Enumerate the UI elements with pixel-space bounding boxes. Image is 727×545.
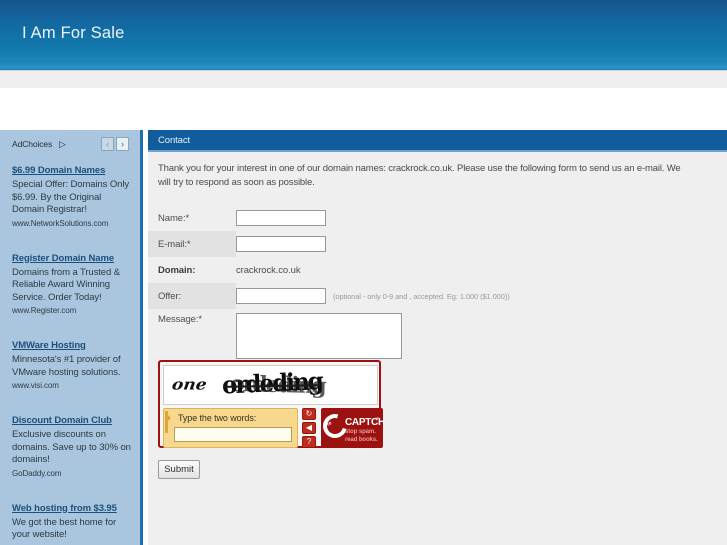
recaptcha-widget: one ordeding ordeding Type the two words…: [158, 360, 383, 450]
message-label: Message:*: [148, 309, 236, 364]
ad-description: We got the best home for your website!: [12, 516, 117, 541]
recaptcha-tagline-line1: stop spam.: [345, 429, 376, 435]
header-underline-band: [0, 70, 727, 88]
ad-nav-controls: ‹ ›: [101, 137, 129, 151]
page-title: I Am For Sale: [22, 24, 125, 42]
adchoices-triangle-icon[interactable]: ▷: [59, 140, 66, 149]
site-header: I Am For Sale: [0, 0, 727, 70]
message-textarea[interactable]: [236, 313, 402, 359]
form-row-offer: Offer: (optional - only 0-9 and , accept…: [148, 283, 727, 309]
domain-label: Domain:: [148, 257, 236, 283]
ad-title-link[interactable]: Discount Domain Club: [12, 414, 133, 427]
form-row-name: Name:*: [148, 205, 727, 231]
email-input[interactable]: [236, 236, 326, 252]
offer-field-cell: (optional - only 0-9 and , accepted. Eg:…: [236, 283, 727, 309]
adchoices-label[interactable]: AdChoices: [12, 139, 52, 149]
name-field-cell: [236, 205, 727, 231]
ad-url[interactable]: GoDaddy.com: [12, 468, 133, 480]
ad-url[interactable]: www.NetworkSolutions.com: [12, 218, 133, 230]
recaptcha-tagline-line2: read books.: [345, 436, 378, 443]
ad-description: Domains from a Trusted & Reliable Award …: [12, 266, 120, 303]
contact-form-table: Name:* E-mail:* Domain: crackrock.co.uk …: [148, 205, 727, 364]
ad-next-button[interactable]: ›: [116, 137, 129, 151]
name-input[interactable]: [236, 210, 326, 226]
ad-description: Minnesota's #1 provider of VMware hostin…: [12, 354, 121, 378]
captcha-button-stack: ↻ ◀ ?: [302, 408, 316, 450]
ad-url[interactable]: www.Register.com: [12, 305, 133, 317]
captcha-help-icon[interactable]: ?: [302, 436, 316, 448]
offer-label: Offer:: [148, 283, 236, 309]
ad-title-link[interactable]: Web hosting from $3.95: [12, 502, 133, 515]
ad-item: VMWare Hosting Minnesota's #1 provider o…: [12, 339, 133, 392]
ad-title-link[interactable]: $6.99 Domain Names: [12, 164, 133, 177]
message-field-cell: [236, 309, 727, 364]
captcha-word-one: one: [170, 376, 208, 394]
header-content-gap: [0, 88, 727, 130]
recaptcha-logo: re CAPTCHA ™ stop spam.read books.: [321, 408, 383, 448]
panel-header-title: Contact: [158, 135, 191, 146]
email-field-cell: [236, 231, 727, 257]
panel-header: Contact: [148, 130, 727, 152]
captcha-controls-row: Type the two words: ↻ ◀ ? re CAPTCHA ™ s…: [163, 408, 383, 450]
ad-item: Register Domain Name Domains from a Trus…: [12, 252, 133, 318]
submit-button[interactable]: Submit: [158, 460, 200, 479]
form-row-message: Message:*: [148, 309, 727, 364]
ad-item: Discount Domain Club Exclusive discounts…: [12, 414, 133, 480]
domain-value-cell: crackrock.co.uk: [236, 257, 727, 283]
captcha-refresh-icon[interactable]: ↻: [302, 408, 316, 420]
ad-prev-button[interactable]: ‹: [101, 137, 114, 151]
ad-description: Special Offer: Domains Only $6.99. By th…: [12, 179, 129, 215]
adchoices-row: AdChoices ▷ ‹ ›: [12, 137, 133, 155]
captcha-arrow-icon: [166, 413, 171, 423]
captcha-prompt-label: Type the two words:: [178, 413, 257, 423]
ad-item: Web hosting from $3.95 We got the best h…: [12, 502, 133, 545]
captcha-input[interactable]: [174, 427, 292, 442]
page-root: I Am For Sale AdChoices ▷ ‹ › $6.99 Doma…: [0, 0, 727, 545]
domain-value: crackrock.co.uk: [236, 264, 301, 276]
ad-url[interactable]: www.visi.com: [12, 380, 133, 392]
intro-paragraph: Thank you for your interest in one of ou…: [158, 163, 681, 188]
recaptcha-tagline: stop spam. read books.: [345, 429, 378, 444]
form-row-domain: Domain: crackrock.co.uk: [148, 257, 727, 283]
contact-panel: Contact Thank you for your interest in o…: [148, 130, 727, 545]
ad-sidebar: AdChoices ▷ ‹ › $6.99 Domain Names Speci…: [0, 130, 143, 545]
ad-item: $6.99 Domain Names Special Offer: Domain…: [12, 164, 133, 230]
offer-hint-text: (optional - only 0-9 and , accepted. Eg:…: [333, 291, 510, 301]
name-label: Name:*: [148, 205, 236, 231]
ad-title-link[interactable]: Register Domain Name: [12, 252, 133, 265]
form-row-email: E-mail:*: [148, 231, 727, 257]
captcha-audio-icon[interactable]: ◀: [302, 422, 316, 434]
offer-input[interactable]: [236, 288, 326, 304]
captcha-input-box: Type the two words:: [163, 408, 298, 448]
ad-description: Exclusive discounts on domains. Save up …: [12, 429, 131, 465]
captcha-challenge-image: one ordeding ordeding: [163, 365, 378, 405]
email-label: E-mail:*: [148, 231, 236, 257]
recaptcha-trademark: ™: [375, 416, 379, 421]
ad-title-link[interactable]: VMWare Hosting: [12, 339, 133, 352]
